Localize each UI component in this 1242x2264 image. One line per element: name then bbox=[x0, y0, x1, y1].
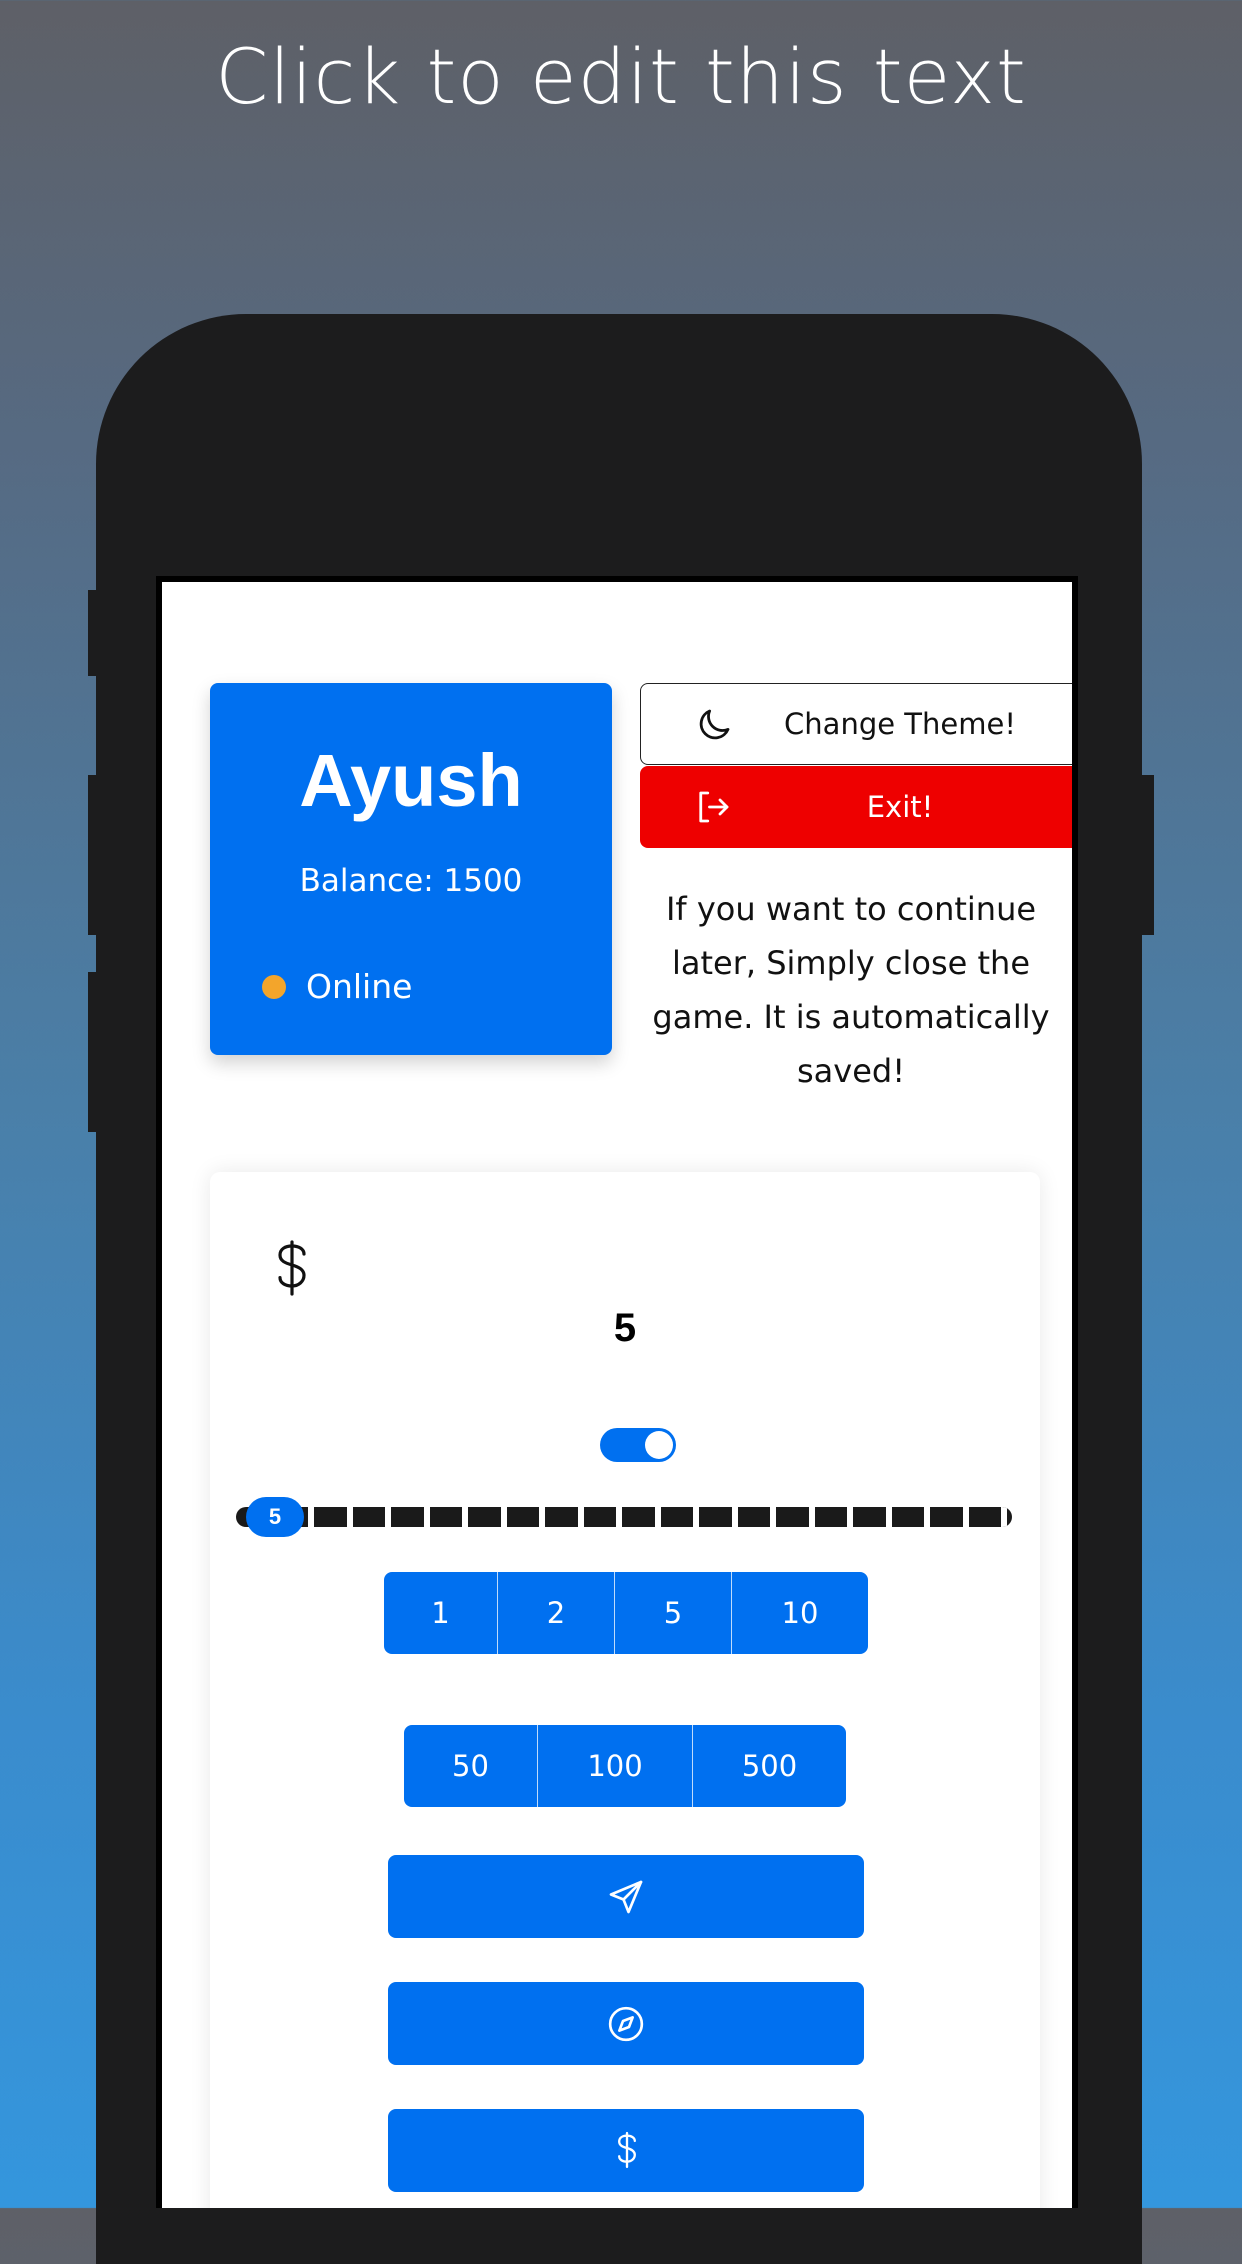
quick-amount-button[interactable]: 5 bbox=[615, 1572, 732, 1654]
bet-amount: 5 bbox=[613, 1306, 637, 1350]
compass-icon bbox=[608, 2006, 644, 2042]
slider-tick bbox=[962, 1507, 969, 1527]
change-theme-label: Change Theme! bbox=[784, 707, 1016, 741]
slider-tick bbox=[346, 1507, 353, 1527]
slider-tick bbox=[770, 1507, 776, 1527]
slider-tick bbox=[847, 1507, 853, 1527]
slider-tick bbox=[423, 1507, 430, 1527]
toggle-knob bbox=[645, 1431, 673, 1459]
dollar-icon bbox=[618, 2131, 636, 2169]
slider-tick bbox=[539, 1507, 545, 1527]
bet-toggle[interactable] bbox=[600, 1428, 676, 1462]
place-bet-button[interactable] bbox=[388, 2109, 864, 2192]
phone-power-button bbox=[1142, 775, 1154, 935]
bet-slider-thumb[interactable]: 5 bbox=[246, 1497, 304, 1537]
slider-tick bbox=[462, 1507, 468, 1527]
banner-text[interactable]: Click to edit this text bbox=[0, 32, 1242, 121]
app-screen: Ayush Balance: 1500 Online Change Theme!… bbox=[156, 576, 1078, 2208]
player-name: Ayush bbox=[299, 739, 523, 822]
exit-button[interactable]: Exit! bbox=[640, 766, 1072, 848]
phone-volume-up-button bbox=[88, 775, 100, 935]
profile-card: Ayush Balance: 1500 Online bbox=[210, 683, 612, 1055]
quick-amounts-row-1: 1 2 5 10 bbox=[384, 1572, 868, 1654]
quick-amount-button[interactable]: 10 bbox=[732, 1572, 868, 1654]
explore-button[interactable] bbox=[388, 1982, 864, 2065]
slider-tick bbox=[731, 1507, 738, 1527]
slider-tick bbox=[924, 1507, 930, 1527]
quick-amount-button[interactable]: 100 bbox=[538, 1725, 693, 1807]
phone-volume-down-button bbox=[88, 972, 100, 1132]
slider-tick bbox=[1001, 1507, 1007, 1527]
dollar-icon bbox=[278, 1240, 306, 1296]
slider-tick bbox=[308, 1507, 314, 1527]
quick-amounts-row-2: 50 100 500 bbox=[404, 1725, 846, 1807]
phone-side-button bbox=[88, 590, 100, 676]
bet-slider-track[interactable] bbox=[236, 1507, 1012, 1527]
status-label: Online bbox=[306, 967, 413, 1006]
slider-tick bbox=[654, 1507, 661, 1527]
bet-panel: 5 5 1 2 5 10 50 100 500 bbox=[210, 1172, 1040, 2208]
logout-icon bbox=[699, 791, 729, 823]
change-theme-button[interactable]: Change Theme! bbox=[640, 683, 1072, 765]
autosave-note: If you want to continue later, Simply cl… bbox=[652, 890, 1050, 1090]
slider-tick bbox=[693, 1507, 699, 1527]
exit-label: Exit! bbox=[866, 790, 934, 824]
slider-tick bbox=[500, 1507, 507, 1527]
quick-amount-button[interactable]: 50 bbox=[404, 1725, 538, 1807]
player-balance: Balance: 1500 bbox=[299, 863, 523, 899]
slider-tick bbox=[385, 1507, 391, 1527]
slider-tick bbox=[808, 1507, 815, 1527]
status-indicator: Online bbox=[262, 967, 412, 1006]
send-button[interactable] bbox=[388, 1855, 864, 1938]
status-dot bbox=[262, 974, 286, 999]
slider-tick bbox=[885, 1507, 892, 1527]
quick-amount-button[interactable]: 2 bbox=[498, 1572, 615, 1654]
quick-amount-button[interactable]: 1 bbox=[384, 1572, 498, 1654]
slider-tick bbox=[577, 1507, 584, 1527]
slider-tick bbox=[616, 1507, 622, 1527]
quick-amount-button[interactable]: 500 bbox=[693, 1725, 846, 1807]
moon-icon bbox=[699, 709, 730, 740]
send-icon bbox=[609, 1880, 643, 1914]
